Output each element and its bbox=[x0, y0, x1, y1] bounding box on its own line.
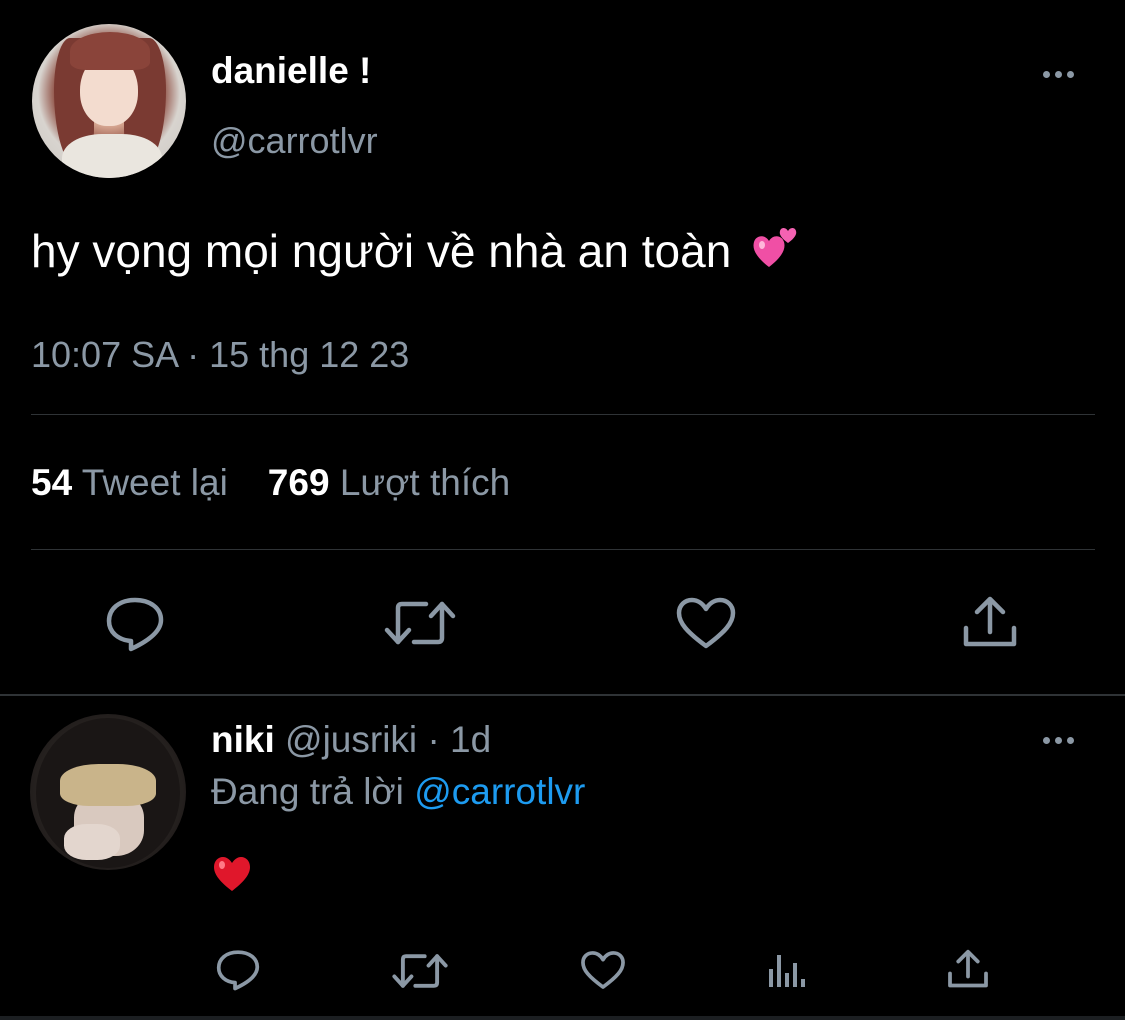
replying-to-mention[interactable]: @carrotlvr bbox=[414, 771, 585, 812]
red-heart-emoji-icon bbox=[213, 856, 251, 899]
main-tweet-avatar[interactable] bbox=[32, 24, 186, 178]
reply-tweet-header: niki @jusriki · 1d bbox=[211, 719, 491, 761]
reply-tweet-retweet-icon[interactable] bbox=[392, 950, 448, 992]
reply-tweet-analytics-icon[interactable] bbox=[766, 951, 806, 991]
reply-tweet-more-dots-icon[interactable] bbox=[1043, 737, 1074, 744]
main-tweet-display-name[interactable]: danielle ! bbox=[211, 50, 371, 92]
divider bbox=[0, 1016, 1125, 1020]
reply-tweet-handle[interactable]: @jusriki bbox=[285, 719, 417, 760]
reply-tweet-like-icon[interactable] bbox=[580, 949, 626, 991]
reply-tweet-share-icon[interactable] bbox=[946, 948, 990, 990]
reply-tweet-age[interactable]: 1d bbox=[450, 719, 491, 760]
like-stat[interactable]: 769 Lượt thích bbox=[268, 462, 510, 503]
divider bbox=[0, 694, 1125, 696]
like-count: 769 bbox=[267, 462, 330, 503]
like-icon[interactable] bbox=[675, 596, 737, 650]
main-tweet-timestamp[interactable]: 10:07 SA · 15 thg 12 23 bbox=[31, 334, 409, 376]
reply-tweet-avatar[interactable] bbox=[30, 714, 186, 870]
like-label: Lượt thích bbox=[339, 462, 511, 503]
retweet-label: Tweet lại bbox=[81, 462, 228, 503]
replying-to-prefix: Đang trả lời bbox=[211, 771, 404, 812]
reply-tweet-separator: · bbox=[427, 719, 440, 760]
reply-tweet-display-name[interactable]: niki bbox=[211, 719, 275, 760]
retweet-count: 54 bbox=[31, 462, 73, 503]
reply-icon[interactable] bbox=[104, 595, 166, 653]
divider bbox=[31, 549, 1095, 550]
main-tweet-text: hy vọng mọi người về nhà an toàn bbox=[31, 223, 800, 278]
main-tweet-more-dots-icon[interactable] bbox=[1043, 71, 1074, 78]
main-tweet-text-body: hy vọng mọi người về nhà an toàn bbox=[31, 225, 732, 277]
replying-to-line: Đang trả lời @carrotlvr bbox=[211, 771, 585, 813]
divider bbox=[31, 414, 1095, 415]
retweet-icon[interactable] bbox=[384, 596, 456, 650]
main-tweet-handle[interactable]: @carrotlvr bbox=[211, 120, 378, 162]
two-hearts-emoji-icon bbox=[753, 228, 797, 267]
reply-tweet-reply-icon[interactable] bbox=[215, 948, 261, 992]
retweet-stat[interactable]: 54 Tweet lại bbox=[31, 462, 228, 503]
share-icon[interactable] bbox=[961, 594, 1019, 650]
engagement-stats: 54 Tweet lại 769 Lượt thích bbox=[31, 462, 510, 504]
